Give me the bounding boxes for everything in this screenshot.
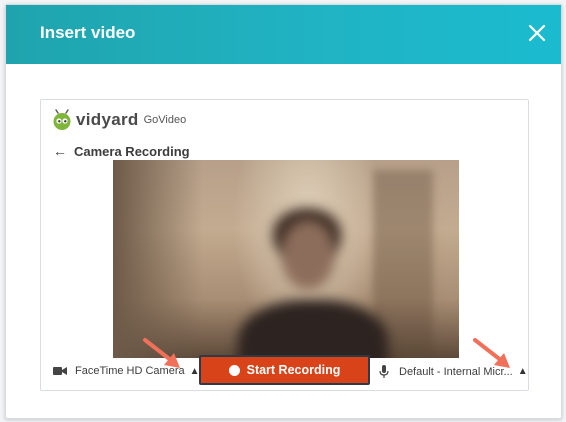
video-recorder-panel: vidyard GoVideo ← Camera Recording FaceT… xyxy=(40,99,529,391)
back-to-camera-recording[interactable]: ← Camera Recording xyxy=(53,143,190,159)
video-camera-icon xyxy=(53,367,67,375)
close-button[interactable] xyxy=(525,21,549,45)
chevron-up-icon: ▲ xyxy=(517,366,528,377)
annotation-arrow-microphone-icon xyxy=(473,338,510,368)
start-recording-button[interactable]: Start Recording xyxy=(199,355,370,385)
dialog-title: Insert video xyxy=(40,23,136,42)
record-dot-icon xyxy=(228,364,240,376)
vidyard-mascot-icon xyxy=(53,109,71,130)
annotation-arrow-camera-icon xyxy=(143,338,180,368)
close-icon xyxy=(528,24,546,42)
insert-video-dialog: Insert video vidyard GoVideo ← Camera Re… xyxy=(5,4,562,419)
dialog-header: Insert video xyxy=(6,5,561,64)
back-label: Camera Recording xyxy=(74,143,190,159)
microphone-icon xyxy=(379,365,389,378)
camera-preview xyxy=(113,160,459,358)
brand-product: GoVideo xyxy=(143,114,187,126)
brand-name: vidyard xyxy=(76,110,139,129)
start-recording-label: Start Recording xyxy=(246,363,341,377)
recorder-controls: FaceTime HD Camera ▲ Start Recording Def… xyxy=(41,352,528,390)
vidyard-logo: vidyard GoVideo xyxy=(51,108,186,132)
back-arrow-icon: ← xyxy=(53,143,67,159)
